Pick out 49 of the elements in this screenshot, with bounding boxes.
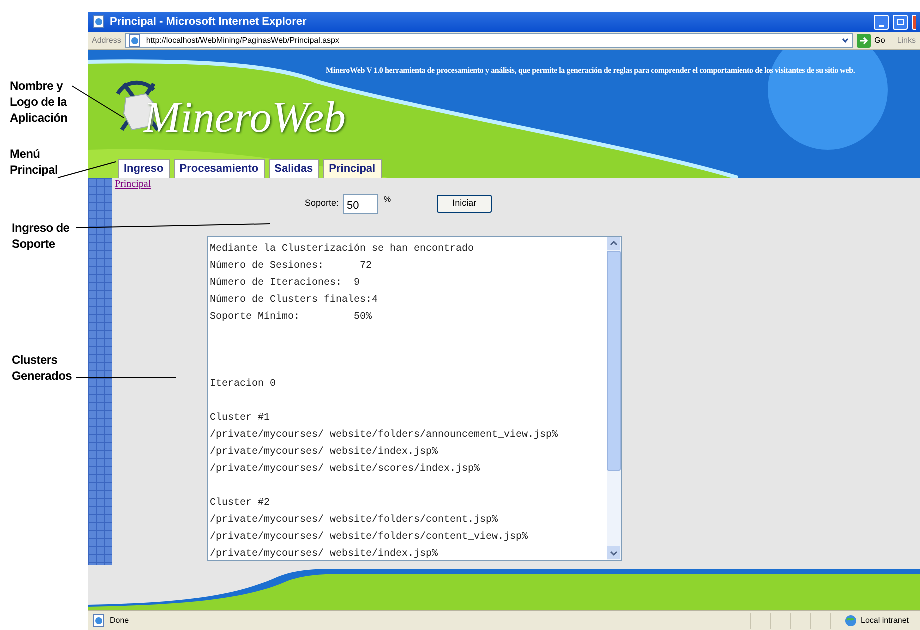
output-line: /private/mycourses/ website/folders/content.jsp% xyxy=(210,514,498,528)
output-line: Soporte Mínimo: 50% xyxy=(210,310,372,325)
percent-label: % xyxy=(384,194,392,206)
scroll-up-icon[interactable] xyxy=(607,237,621,251)
restore-button[interactable] xyxy=(893,14,908,30)
output-line: Cluster #1 xyxy=(210,412,270,426)
window-title: Principal - Microsoft Internet Explorer xyxy=(110,14,307,30)
support-input[interactable]: 50 xyxy=(343,194,378,214)
output-line: /private/mycourses/ website/folders/announcement_view.jsp% xyxy=(210,428,558,443)
menu-tab[interactable]: Ingreso xyxy=(118,159,170,178)
output-line: Número de Clusters finales:4 xyxy=(210,294,378,308)
menu-tab[interactable]: Procesamiento xyxy=(174,159,265,178)
status-text: Done xyxy=(110,614,130,626)
support-label: Soporte: xyxy=(305,197,340,210)
minimize-button[interactable] xyxy=(874,14,889,30)
leader-line xyxy=(58,162,116,178)
output-line: Número de Sesiones: 72 xyxy=(210,260,372,274)
go-button[interactable]: Go xyxy=(874,34,886,46)
annotation-label: Nombre y Logo de la Aplicación xyxy=(10,78,68,126)
zone-label: Local intranet xyxy=(861,614,910,626)
output-line: Cluster #2 xyxy=(210,496,270,511)
annotation-label: Clusters Generados xyxy=(12,352,72,384)
banner-tagline: MineroWeb V 1.0 herramienta de procesamiento y análisis, que permite la generación de reglas para comprender el comportamiento de los visitantes de su sitio web. xyxy=(326,66,856,76)
output-line: Mediante la Clusterización se han encontrado xyxy=(210,242,474,257)
output-text-area[interactable] xyxy=(207,236,622,561)
output-line: Iteracion 0 xyxy=(210,378,276,392)
close-button[interactable] xyxy=(912,14,916,30)
address-field[interactable]: http://localhost/WebMining/PaginasWeb/Principal.aspx xyxy=(125,33,853,48)
output-line: /private/mycourses/ website/index.jsp% xyxy=(210,548,438,560)
breadcrumb-link[interactable]: Principal xyxy=(115,178,152,192)
leader-line xyxy=(72,86,124,118)
go-arrow-icon[interactable] xyxy=(856,34,871,48)
output-line: Número de Iteraciones: 9 xyxy=(210,276,360,291)
dropdown-icon[interactable] xyxy=(840,36,850,45)
output-line: /private/mycourses/ website/folders/content_view.jsp% xyxy=(210,530,528,545)
scroll-down-icon[interactable] xyxy=(607,546,621,560)
globe-icon xyxy=(845,614,857,626)
address-label: Address xyxy=(92,34,122,46)
browser-icon xyxy=(92,15,106,29)
output-line: /private/mycourses/ website/scores/index.jsp% xyxy=(210,462,480,477)
menu-tab[interactable]: Salidas xyxy=(268,159,320,178)
page-icon xyxy=(128,34,142,48)
page-icon xyxy=(92,614,106,628)
start-button[interactable]: Iniciar xyxy=(437,195,492,213)
annotation-label: Menú Principal xyxy=(10,146,58,178)
vertical-scrollbar[interactable] xyxy=(607,237,621,560)
annotation-label: Ingreso de Soporte xyxy=(12,220,70,252)
output-line: /private/mycourses/ website/index.jsp% xyxy=(210,446,438,460)
menu-tab[interactable]: Principal xyxy=(323,159,382,178)
